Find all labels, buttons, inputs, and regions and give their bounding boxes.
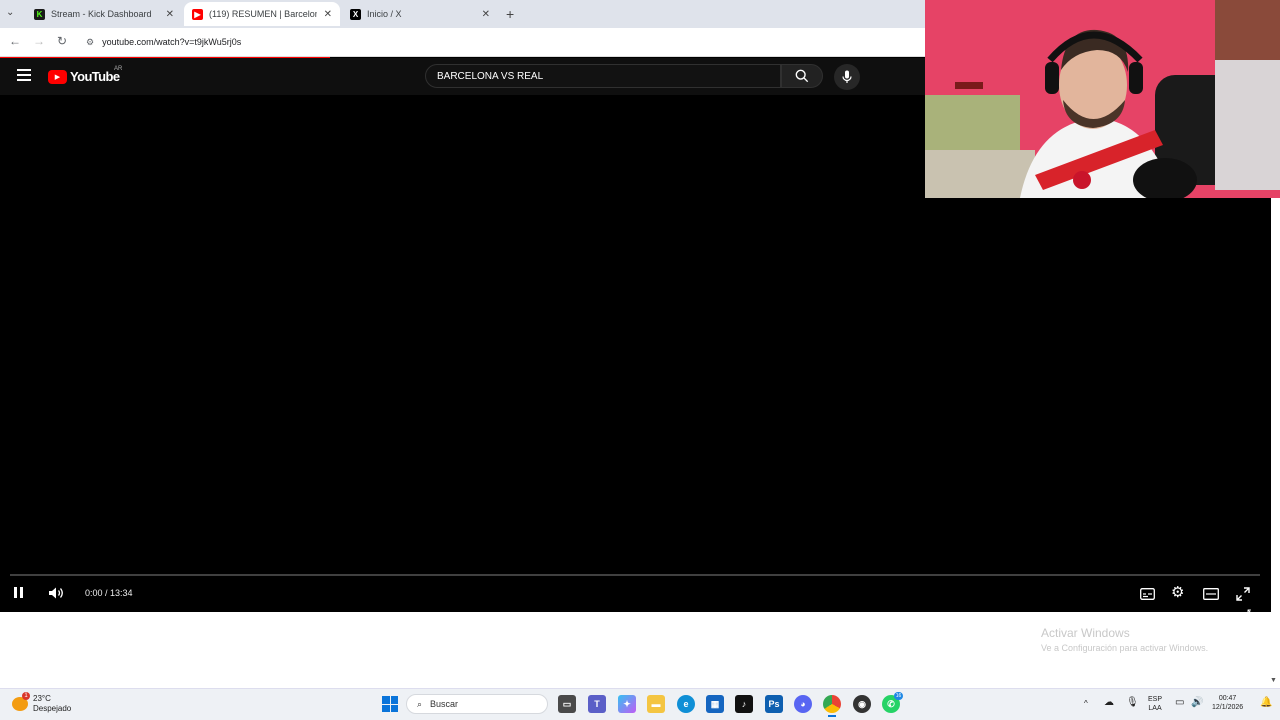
show-hidden-icons-chevron-icon[interactable]: ^ <box>1084 699 1088 708</box>
edge-browser-icon[interactable]: e <box>677 695 695 713</box>
theater-mode-icon <box>1203 588 1219 600</box>
youtube-play-logo-icon: ▶ <box>48 69 67 84</box>
reload-icon[interactable]: ↻ <box>57 34 67 48</box>
windows-taskbar <box>0 688 1280 720</box>
new-tab-plus-icon[interactable]: + <box>506 6 514 22</box>
tab-search-chevron-icon[interactable]: ⌄ <box>6 7 14 18</box>
tab-x-inicio[interactable]: X Inicio / X ✕ <box>342 2 498 26</box>
video-time-display: 0:00 / 13:34 <box>85 588 133 598</box>
activation-title: Activar Windows <box>1041 626 1130 640</box>
close-icon[interactable]: ✕ <box>166 9 174 20</box>
clock-time: 00:47 <box>1218 695 1237 702</box>
fullscreen-button[interactable] <box>1236 587 1250 606</box>
kick-icon: K <box>34 8 45 20</box>
back-arrow-icon[interactable]: ← <box>9 34 21 48</box>
microsoft-store-icon[interactable]: ▦ <box>706 695 724 713</box>
copilot-icon[interactable]: ✦ <box>618 695 636 713</box>
region-code: AR <box>114 66 123 72</box>
scroll-down-icon[interactable]: ▼ <box>1270 677 1277 684</box>
mouse-cursor-icon: ↖ <box>1246 607 1256 619</box>
address-bar[interactable]: ⚙ youtube.com/watch?v=t9jkWu5rj0s <box>80 32 920 52</box>
activation-subtitle: Ve a Configuración para activar Windows. <box>1041 643 1209 653</box>
tab-youtube-resumen[interactable]: ▶ (119) RESUMEN | Barcelona 3-2 ✕ <box>184 2 340 26</box>
tiktok-icon[interactable]: ♪ <box>735 695 753 713</box>
search-icon: ⌕ <box>417 698 423 709</box>
windows-activation-watermark: Activar Windows Ve a Configuración para … <box>1041 626 1208 653</box>
page-scrollbar-track[interactable] <box>1271 198 1280 613</box>
url-text: youtube.com/watch?v=t9jkWu5rj0s <box>102 37 242 47</box>
clock[interactable]: 00:47 12/1/2026 <box>1212 694 1243 712</box>
weather-desc: Despejado <box>33 704 72 713</box>
speaker-icon[interactable]: 🔊 <box>1191 698 1203 708</box>
onedrive-cloud-icon[interactable]: ☁ <box>1104 698 1114 708</box>
youtube-logo[interactable]: ▶ YouTube <box>48 69 120 84</box>
pause-icon <box>14 587 23 598</box>
file-explorer-icon[interactable]: ▬ <box>647 695 665 713</box>
webcam-overlay <box>925 0 1280 198</box>
pause-button[interactable] <box>14 587 23 598</box>
task-view-icon[interactable]: ▭ <box>558 695 576 713</box>
menu-hamburger-icon[interactable] <box>17 69 31 81</box>
microphone-icon <box>842 70 852 83</box>
weather-widget[interactable]: 23°C Despejado <box>33 694 71 714</box>
weather-alert-badge: 1 <box>22 692 30 700</box>
chrome-icon[interactable] <box>823 695 841 713</box>
site-settings-icon[interactable]: ⚙ <box>86 37 94 48</box>
teams-icon[interactable]: T <box>588 695 606 713</box>
tab-title: (119) RESUMEN | Barcelona 3-2 <box>209 9 317 19</box>
search-button[interactable] <box>781 64 823 88</box>
taskbar-search-placeholder: Buscar <box>430 699 459 709</box>
video-progress-bar[interactable] <box>10 574 1260 576</box>
photoshop-icon[interactable]: Ps <box>765 695 783 713</box>
tab-title: Stream - Kick Dashboard <box>51 9 152 19</box>
theater-mode-button[interactable] <box>1203 587 1219 605</box>
settings-gear-icon[interactable]: ⚙ <box>1171 585 1184 600</box>
fullscreen-icon <box>1236 587 1250 601</box>
streamer-webcam-image <box>925 0 1280 198</box>
language-indicator[interactable]: ESP LAA <box>1148 695 1162 713</box>
language-code: ESP <box>1148 696 1163 703</box>
subtitles-button[interactable] <box>1140 587 1155 605</box>
notification-bell-icon[interactable]: 🔔 <box>1260 698 1272 708</box>
forward-arrow-icon[interactable]: → <box>33 34 45 48</box>
keyboard-layout-code: LAA <box>1148 705 1162 712</box>
tab-title: Inicio / X <box>367 9 402 19</box>
windows-start-icon[interactable] <box>382 696 398 712</box>
search-input[interactable]: BARCELONA VS REAL <box>425 64 781 88</box>
volume-button[interactable] <box>48 586 64 605</box>
tab-kick-dashboard[interactable]: K Stream - Kick Dashboard ✕ <box>26 2 182 26</box>
close-icon[interactable]: ✕ <box>482 9 490 20</box>
whatsapp-notification-badge: 16 <box>894 692 903 700</box>
youtube-logo-text: YouTube <box>70 69 120 84</box>
network-icon[interactable]: ▭ <box>1175 698 1184 708</box>
microphone-tray-icon[interactable]: 🎙 <box>1126 698 1139 708</box>
volume-icon <box>49 587 63 599</box>
search-icon <box>795 69 809 83</box>
search-input-value: BARCELONA VS REAL <box>437 70 544 82</box>
youtube-icon: ▶ <box>192 8 203 20</box>
close-icon[interactable]: ✕ <box>324 9 332 20</box>
x-icon: X <box>350 8 361 20</box>
taskbar-search-box[interactable]: ⌕ Buscar <box>406 694 548 714</box>
clock-date: 12/1/2026 <box>1212 704 1244 711</box>
discord-icon[interactable]: ◕ <box>794 695 812 713</box>
voice-search-button[interactable] <box>834 64 860 90</box>
obs-studio-icon[interactable]: ◉ <box>853 695 871 713</box>
subtitles-icon <box>1140 588 1155 600</box>
chrome-active-indicator <box>828 715 836 717</box>
weather-temp: 23°C <box>33 694 51 703</box>
